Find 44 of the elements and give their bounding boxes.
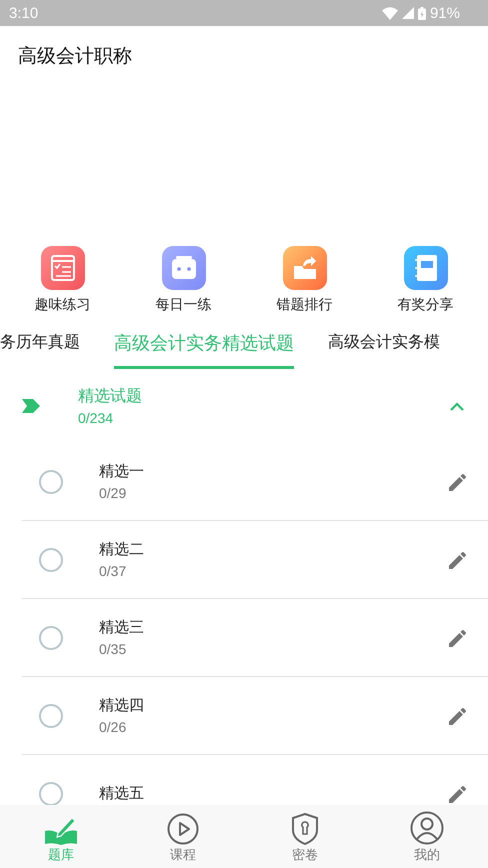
section-count: 0/234 <box>78 410 114 426</box>
folder-icon <box>282 246 326 290</box>
checklist-icon <box>40 246 84 290</box>
shortcut-button[interactable]: 错题排行 <box>254 243 354 319</box>
edit-icon[interactable] <box>448 784 468 804</box>
edit-icon[interactable] <box>448 472 468 492</box>
item-title: 精选二 <box>99 540 145 559</box>
radio-circle[interactable] <box>39 470 63 494</box>
shortcut-button[interactable]: 每日一练 <box>134 243 234 319</box>
user-icon <box>410 811 444 845</box>
battery-percent: 91% <box>430 4 460 22</box>
collapse-icon[interactable] <box>450 402 464 410</box>
wifi-icon <box>382 6 398 20</box>
item-title: 精选一 <box>99 462 145 481</box>
section-title: 精选试题 <box>78 386 143 407</box>
play-icon <box>167 813 199 845</box>
shortcut-button[interactable]: 趣味练习 <box>12 243 112 319</box>
edit-icon[interactable] <box>448 550 468 570</box>
nav-tab[interactable]: 我的 <box>387 805 467 868</box>
chevron-marker-icon <box>22 399 40 413</box>
page-title: 高级会计职称 <box>17 44 133 69</box>
category-tab[interactable]: 高级会计实务模 <box>328 319 440 369</box>
category-tab[interactable]: 务历年真题 <box>0 319 80 369</box>
battery-icon <box>418 6 426 20</box>
nav-tab[interactable]: 课程 <box>143 805 223 868</box>
item-count: 0/35 <box>99 641 128 657</box>
edit-icon[interactable] <box>448 706 468 726</box>
status-time: 3:10 <box>9 4 38 22</box>
edit-icon[interactable] <box>448 628 468 648</box>
shortcut-button[interactable]: 有奖分享 <box>376 243 476 319</box>
item-count: 0/26 <box>99 719 128 735</box>
item-title: 精选四 <box>99 696 145 715</box>
item-count: 0/37 <box>99 563 128 579</box>
radio-circle[interactable] <box>39 704 63 728</box>
radio-circle[interactable] <box>39 548 63 572</box>
robot-icon <box>162 246 206 290</box>
item-title: 精选五 <box>99 784 145 803</box>
notebook-icon <box>404 246 448 290</box>
signal-icon <box>402 7 414 19</box>
shield-keyhole-icon <box>291 813 319 845</box>
radio-circle[interactable] <box>39 626 63 650</box>
item-title: 精选三 <box>99 618 145 637</box>
item-count: 0/29 <box>99 485 128 501</box>
nav-tab[interactable]: 密卷 <box>265 805 345 868</box>
